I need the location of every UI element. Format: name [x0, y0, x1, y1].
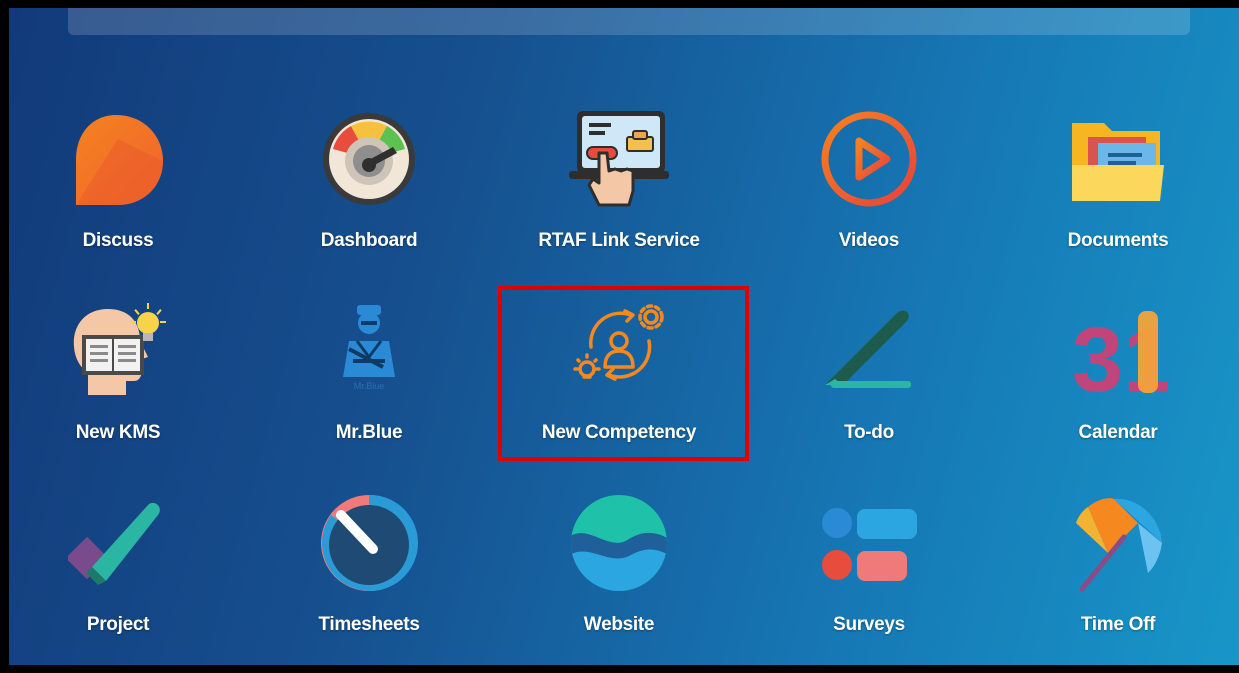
- competency-icon: [569, 301, 669, 401]
- app-label: Website: [583, 614, 655, 635]
- app-surveys[interactable]: Surveys: [749, 493, 989, 665]
- app-label: To-do: [844, 422, 894, 443]
- mr-blue-icon-caption: Mr.Blue: [354, 381, 385, 391]
- app-label: RTAF Link Service: [538, 230, 700, 251]
- app-label: Timesheets: [318, 614, 420, 635]
- app-new-competency[interactable]: New Competency: [499, 301, 739, 476]
- app-label: Mr.Blue: [335, 422, 403, 443]
- app-calendar[interactable]: 31 Calendar: [998, 301, 1238, 476]
- app-label: Discuss: [82, 230, 154, 251]
- app-label: Dashboard: [320, 230, 418, 251]
- app-website[interactable]: Website: [499, 493, 739, 665]
- app-discuss[interactable]: Discuss: [9, 109, 238, 284]
- app-timesheets[interactable]: Timesheets: [249, 493, 489, 665]
- app-to-do[interactable]: To-do: [749, 301, 989, 476]
- app-label: Videos: [838, 230, 900, 251]
- app-time-off[interactable]: Time Off: [998, 493, 1238, 665]
- app-mr-blue[interactable]: Mr.Blue Mr.Blue: [249, 301, 489, 476]
- app-label: Time Off: [1080, 614, 1156, 635]
- app-videos[interactable]: Videos: [749, 109, 989, 284]
- time-off-umbrella-icon: [1068, 493, 1168, 593]
- dashboard-gauge-icon: [319, 109, 419, 209]
- calendar-icon: 31: [1068, 301, 1168, 401]
- app-launcher: Discuss Dashboard RTAF Link Service Vide…: [9, 8, 1239, 665]
- app-label: Project: [86, 614, 150, 635]
- search-bar[interactable]: [68, 8, 1190, 35]
- knowledge-head-icon: [68, 301, 168, 401]
- app-label: Calendar: [1078, 422, 1158, 443]
- discuss-icon: [68, 109, 168, 209]
- timesheets-dial-icon: [319, 493, 419, 593]
- app-label: Surveys: [833, 614, 905, 635]
- app-project[interactable]: Project: [9, 493, 238, 665]
- app-rtaf-link-service[interactable]: RTAF Link Service: [499, 109, 739, 284]
- app-dashboard[interactable]: Dashboard: [249, 109, 489, 284]
- app-label: New Competency: [541, 422, 697, 443]
- website-wave-icon: [569, 493, 669, 593]
- screenshot-frame: Discuss Dashboard RTAF Link Service Vide…: [0, 0, 1239, 673]
- app-documents[interactable]: Documents: [998, 109, 1238, 284]
- link-service-icon: [569, 109, 669, 209]
- app-label: Documents: [1067, 230, 1169, 251]
- surveys-icon: [819, 493, 919, 593]
- app-new-kms[interactable]: New KMS: [9, 301, 238, 476]
- app-label: New KMS: [75, 422, 161, 443]
- project-check-icon: [68, 493, 168, 593]
- play-icon: [819, 109, 919, 209]
- folder-icon: [1068, 109, 1168, 209]
- mr-blue-mechanic-icon: Mr.Blue: [319, 301, 419, 401]
- todo-icon: [819, 301, 919, 401]
